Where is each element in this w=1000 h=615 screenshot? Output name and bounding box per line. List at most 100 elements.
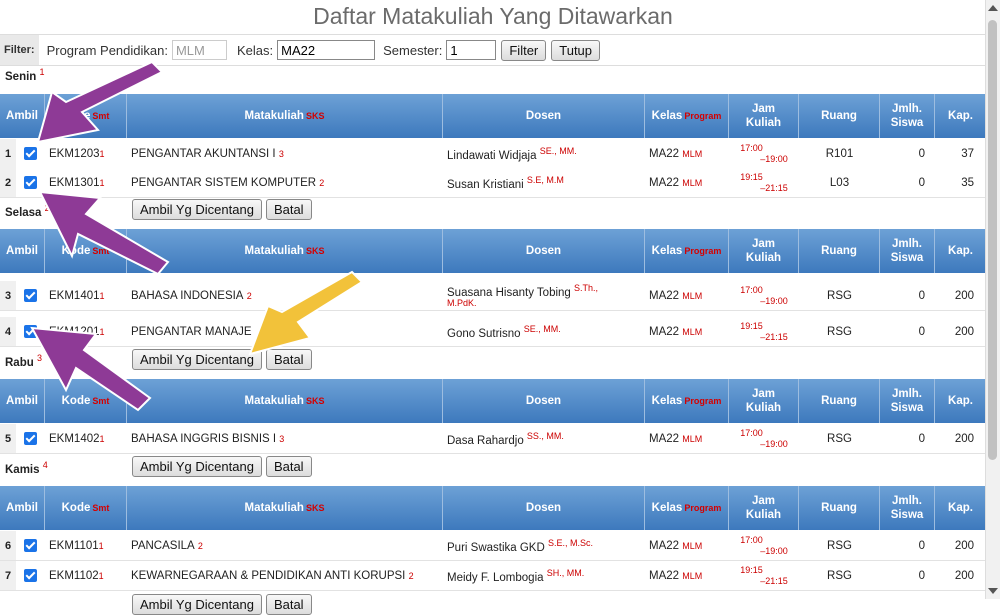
table-header: Ambil Kode Smt Matakuliah SKS Dosen Kelas Progr… [0, 486, 986, 530]
header-ambil: Ambil [0, 379, 45, 423]
jam-cell: 17:00 –19:00 [740, 427, 788, 449]
row-number: 2 [0, 168, 16, 197]
siswa-cell: 0 [918, 176, 925, 189]
header-jam: Jam Kuliah [729, 229, 799, 273]
header-siswa: Jmlh. Siswa [880, 94, 935, 138]
batal-button[interactable]: Batal [265, 456, 312, 477]
table-row: 6 EKM1101 1 PANCASILA 2 Puri Swastika GKD S.… [0, 531, 986, 561]
semester-input[interactable] [446, 40, 497, 60]
ruang-cell: RSG [827, 325, 852, 338]
header-ambil: Ambil [0, 486, 45, 530]
kode-cell: EKM1201 1 [49, 325, 105, 338]
semester-label: Semester: [383, 42, 443, 58]
program-input[interactable] [171, 40, 227, 60]
checkbox-checked-icon[interactable] [24, 176, 37, 189]
matakuliah-cell: PENGANTAR MANAJE [131, 325, 252, 338]
action-buttons: Ambil Yg Dicentang Batal [132, 349, 312, 370]
row-number: 7 [0, 561, 16, 590]
header-matakuliah: Matakuliah SKS [127, 486, 443, 530]
checkbox-checked-icon[interactable] [24, 539, 37, 552]
tutup-button[interactable]: Tutup [551, 39, 601, 61]
kapasitas-cell: 200 [954, 325, 974, 338]
day-name: Senin [5, 70, 37, 83]
header-kelas: Kelas Program [645, 229, 729, 273]
header-ruang: Ruang [799, 94, 880, 138]
ambil-checkbox[interactable] [16, 281, 45, 310]
dosen-cell: Susan Kristiani S.E, M.M [447, 174, 564, 191]
checkbox-checked-icon[interactable] [24, 432, 37, 445]
kode-cell: EKM1203 1 [49, 147, 105, 160]
ambil-checkbox[interactable] [16, 424, 45, 453]
row-number: 5 [0, 424, 16, 453]
header-kap: Kap. [948, 110, 973, 122]
header-kode: Kode Smt [45, 486, 127, 530]
day-name: Rabu [5, 356, 34, 369]
kapasitas-cell: 200 [954, 569, 974, 582]
header-jam: Jam Kuliah [729, 379, 799, 423]
jam-cell: 19:15 –21:15 [740, 171, 788, 193]
header-kode: Kode Smt [45, 229, 127, 273]
batal-button[interactable]: Batal [265, 349, 312, 370]
scroll-down-icon[interactable] [988, 588, 998, 594]
header-dosen: Dosen [443, 94, 645, 138]
table-row: 7 EKM1102 1 KEWARNEGARAAN & PENDIDIKAN ANTI… [0, 561, 986, 591]
row-number: 6 [0, 531, 16, 560]
table-header: Ambil Kode Smt Matakuliah SKS Dosen Kelas Progr… [0, 379, 986, 423]
header-kelas: Kelas Program [645, 486, 729, 530]
table-row: 2 EKM1301 1 PENGANTAR SISTEM KOMPUTER 2 Susa… [0, 168, 986, 198]
checkbox-checked-icon[interactable] [24, 569, 37, 582]
table-row: 5 EKM1402 1 BAHASA INGGRIS BISNIS I 3 Dasa R… [0, 424, 986, 454]
kode-cell: EKM1401 1 [49, 289, 105, 302]
action-buttons: Ambil Yg Dicentang Batal [132, 594, 312, 615]
checkbox-checked-icon[interactable] [24, 289, 37, 302]
dosen-cell: Lindawati Widjaja SE., MM. [447, 145, 577, 162]
filter-button[interactable]: Filter [501, 39, 547, 61]
kelas-cell: MA22 MLM [649, 325, 703, 338]
dosen-cell: Suasana Hisanty Tobing S.Th., M.PdK. [447, 282, 599, 309]
kelas-cell: MA22 MLM [649, 147, 703, 160]
ambil-checkbox[interactable] [16, 561, 45, 590]
kapasitas-cell: 200 [954, 289, 974, 302]
ambil-dicentang-button[interactable]: Ambil Yg Dicentang [132, 349, 262, 370]
ambil-checkbox[interactable] [16, 168, 45, 197]
jam-cell: 19:15 –21:15 [740, 320, 788, 342]
scroll-thumb[interactable] [988, 20, 997, 460]
header-matakuliah: Matakuliah SKS [127, 379, 443, 423]
header-ambil: Ambil [0, 94, 45, 138]
ambil-dicentang-button[interactable]: Ambil Yg Dicentang [132, 456, 262, 477]
batal-button[interactable]: Batal [265, 199, 312, 220]
ambil-checkbox[interactable] [16, 531, 45, 560]
siswa-cell: 0 [918, 539, 925, 552]
kode-cell: EKM1301 1 [49, 176, 105, 189]
program-label: Program Pendidikan: [46, 42, 168, 58]
siswa-cell: 0 [918, 325, 925, 338]
kelas-input[interactable] [277, 40, 376, 60]
header-matakuliah: Matakuliah SKS [127, 229, 443, 273]
vertical-scrollbar[interactable] [985, 0, 1000, 599]
checkbox-checked-icon[interactable] [24, 325, 37, 338]
row-number: 1 [0, 139, 16, 168]
scroll-up-icon[interactable] [988, 5, 998, 11]
header-kode: Kode Smt [45, 379, 127, 423]
matakuliah-cell: BAHASA INDONESIA 2 [131, 289, 252, 302]
ruang-cell: RSG [827, 539, 852, 552]
checkbox-checked-icon[interactable] [24, 147, 37, 160]
header-ambil: Ambil [0, 229, 45, 273]
table-header: Ambil Kode Smt Matakuliah SKS Dosen Kelas Progr… [0, 229, 986, 273]
jam-cell: 19:15 –21:15 [740, 564, 788, 586]
matakuliah-cell: KEWARNEGARAAN & PENDIDIKAN ANTI KORUPSI … [131, 569, 414, 582]
day-number: 4 [42, 460, 48, 470]
ambil-dicentang-button[interactable]: Ambil Yg Dicentang [132, 594, 262, 615]
batal-button[interactable]: Batal [265, 594, 312, 615]
header-matakuliah: Matakuliah SKS [127, 94, 443, 138]
dosen-cell: Gono Sutrisno SE., MM. [447, 323, 561, 340]
ambil-checkbox[interactable] [16, 317, 45, 346]
kode-cell: EKM1101 1 [49, 539, 104, 552]
ambil-dicentang-button[interactable]: Ambil Yg Dicentang [132, 199, 262, 220]
row-number: 4 [0, 317, 16, 346]
action-buttons: Ambil Yg Dicentang Batal [132, 199, 312, 220]
header-siswa: Jmlh. Siswa [880, 379, 935, 423]
ambil-checkbox[interactable] [16, 139, 45, 168]
siswa-cell: 0 [918, 432, 925, 445]
header-kelas: Kelas Program [645, 379, 729, 423]
